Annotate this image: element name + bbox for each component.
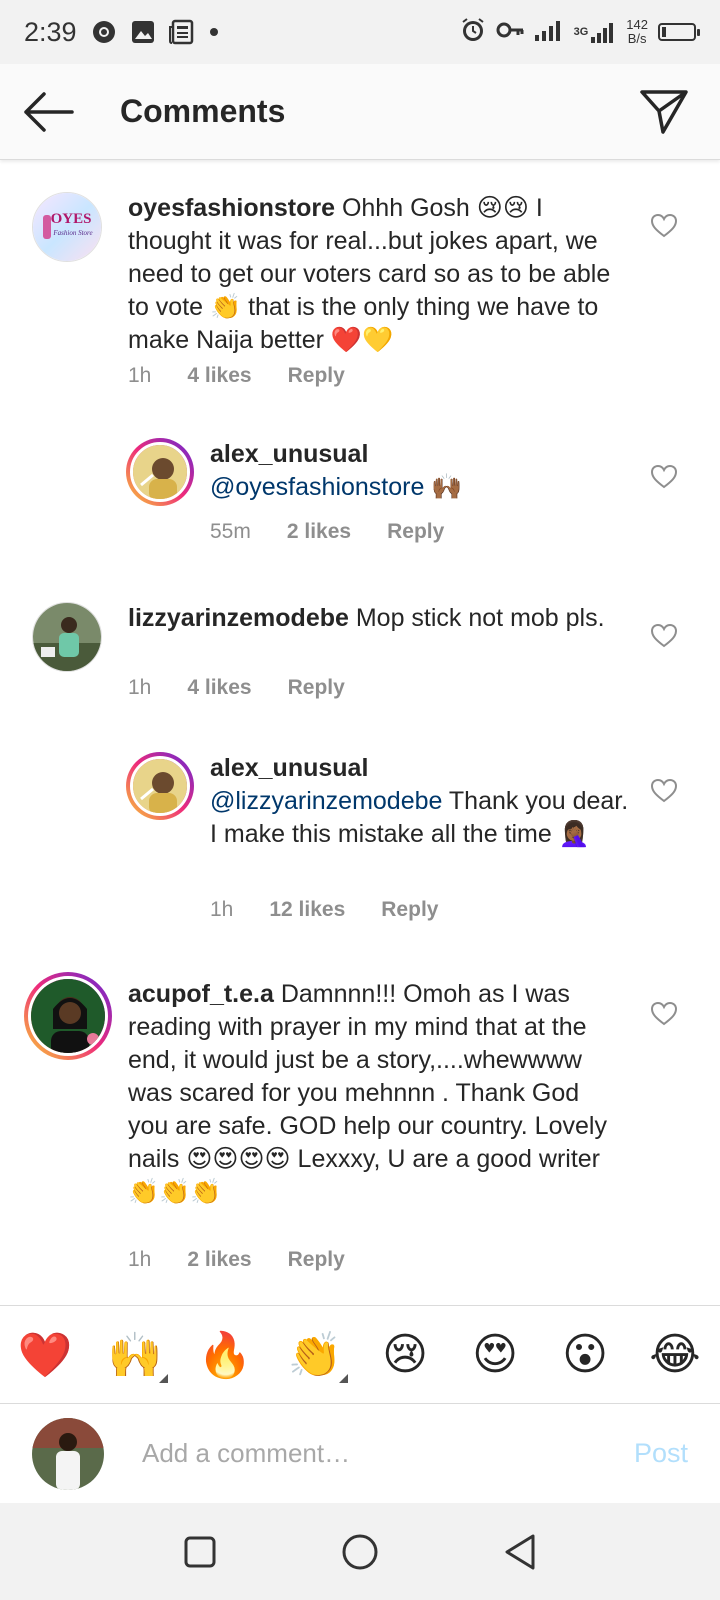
- comment-meta: 1h 4 likes Reply: [128, 676, 345, 700]
- comment-input[interactable]: [142, 1438, 602, 1469]
- status-time: 2:39: [24, 16, 77, 47]
- comment-username[interactable]: alex_unusual: [210, 440, 368, 468]
- direct-send-icon: [640, 89, 688, 134]
- emoji-heart[interactable]: ❤️: [10, 1329, 80, 1381]
- square-icon: [184, 1536, 216, 1567]
- alarm-icon: [460, 17, 486, 48]
- heart-icon[interactable]: [650, 1000, 678, 1028]
- emoji-clap[interactable]: 👏: [280, 1329, 350, 1383]
- mention-link[interactable]: @oyesfashionstore: [210, 473, 424, 501]
- likes-count[interactable]: 4 likes: [187, 676, 251, 700]
- likes-count[interactable]: 2 likes: [287, 520, 351, 544]
- net-speed: 142 B/s: [626, 18, 648, 46]
- reply-button[interactable]: Reply: [288, 676, 345, 700]
- comment-username[interactable]: acupof_t.e.a: [128, 980, 274, 1008]
- reply-button[interactable]: Reply: [288, 1248, 345, 1272]
- likes-count[interactable]: 2 likes: [187, 1248, 251, 1272]
- heart-icon[interactable]: [650, 463, 678, 491]
- comment-text: oyesfashionstore Ohhh Gosh 😢😢 I thought …: [128, 192, 628, 357]
- net-speed-unit: B/s: [627, 31, 647, 46]
- mention-link[interactable]: @lizzyarinzemodebe: [210, 787, 442, 815]
- heart-icon[interactable]: [650, 622, 678, 650]
- avatar[interactable]: [32, 602, 102, 672]
- reply-button[interactable]: Reply: [288, 364, 345, 388]
- skin-tone-indicator-icon: [339, 1373, 348, 1383]
- avatar-brand-text: OYES: [51, 211, 92, 227]
- emoji-clap-glyph: 👏: [287, 1329, 343, 1381]
- comments-list[interactable]: OYES Fashion Store oyesfashionstore Ohhh…: [0, 160, 720, 1305]
- page-title: Comments: [120, 93, 286, 129]
- comment-time: 1h: [210, 898, 234, 921]
- status-bar: 2:39 3G 142 B/s: [0, 0, 720, 64]
- reply-button[interactable]: Reply: [381, 898, 438, 922]
- signal-icon: [534, 18, 564, 47]
- comment-body: Mop stick not mob pls.: [348, 604, 605, 632]
- signal-3g-icon: 3G: [574, 20, 617, 44]
- net-speed-value: 142: [626, 17, 648, 32]
- comment-composer: Post: [0, 1403, 720, 1503]
- comment-meta: 1h 12 likes Reply: [210, 898, 438, 922]
- emoji-fire[interactable]: 🔥: [190, 1329, 260, 1381]
- circle-icon: [342, 1534, 378, 1569]
- heart-icon[interactable]: [650, 212, 678, 240]
- comments-header: Comments: [0, 64, 720, 160]
- more-notifications-dot-icon: [209, 27, 219, 37]
- arrow-left-icon: [24, 91, 74, 132]
- system-nav-bar: [0, 1503, 720, 1600]
- reply-button[interactable]: Reply: [387, 520, 444, 544]
- comment-text: acupof_t.e.a Damnnn!!! Omoh as I was rea…: [128, 978, 608, 1209]
- comment-username[interactable]: lizzyarinzemodebe: [128, 604, 349, 632]
- comment-meta: 1h 2 likes Reply: [128, 1248, 345, 1272]
- vpn-key-icon: [496, 20, 524, 45]
- likes-count[interactable]: 12 likes: [269, 898, 345, 922]
- avatar[interactable]: [126, 752, 194, 820]
- emoji-raised-hands-glyph: 🙌: [107, 1329, 163, 1381]
- avatar[interactable]: [126, 438, 194, 506]
- heart-icon[interactable]: [650, 777, 678, 805]
- comment-username[interactable]: alex_unusual: [210, 754, 368, 782]
- network-type: 3G: [573, 26, 589, 38]
- comment-time: 1h: [128, 364, 152, 387]
- comment-text: alex_unusual @lizzyarinzemodebe Thank yo…: [210, 752, 630, 851]
- triangle-back-icon: [505, 1534, 535, 1569]
- emoji-cry[interactable]: 😢: [370, 1329, 440, 1380]
- avatar[interactable]: [24, 972, 112, 1060]
- nav-back-button[interactable]: [490, 1522, 550, 1582]
- comment-body: Damnnn!!! Omoh as I was reading with pra…: [128, 980, 607, 1206]
- comment-meta: 1h 4 likes Reply: [128, 364, 345, 388]
- post-button[interactable]: Post: [634, 1438, 688, 1469]
- share-button[interactable]: [634, 82, 694, 142]
- skin-tone-indicator-icon: [159, 1373, 168, 1383]
- comment-text: lizzyarinzemodebe Mop stick not mob pls.: [128, 602, 628, 635]
- quick-emoji-bar: ❤️ 🙌 🔥 👏 😢 😍 😮 😂: [0, 1305, 720, 1403]
- likes-count[interactable]: 4 likes: [187, 364, 251, 388]
- home-button[interactable]: [330, 1522, 390, 1582]
- avatar[interactable]: OYES Fashion Store: [32, 192, 102, 262]
- comment-meta: 55m 2 likes Reply: [210, 520, 444, 544]
- comment-username[interactable]: oyesfashionstore: [128, 194, 335, 222]
- emoji-raised-hands[interactable]: 🙌: [100, 1329, 170, 1383]
- comment-body: 🙌🏾: [424, 473, 463, 501]
- comment-time: 55m: [210, 520, 251, 543]
- comment-time: 1h: [128, 1248, 152, 1271]
- avatar-brand-subtext: Fashion Store: [52, 229, 92, 237]
- battery-icon: [658, 23, 700, 41]
- emoji-laugh[interactable]: 😂: [640, 1329, 710, 1380]
- emoji-surprised[interactable]: 😮: [550, 1329, 620, 1380]
- gallery-icon: [131, 20, 155, 44]
- emoji-heart-eyes[interactable]: 😍: [460, 1329, 530, 1380]
- browser-icon: [91, 19, 117, 45]
- news-icon: [168, 19, 195, 45]
- comment-text: alex_unusual @oyesfashionstore 🙌🏾: [210, 438, 630, 504]
- back-button[interactable]: [18, 82, 78, 142]
- current-user-avatar: [32, 1417, 104, 1490]
- comment-time: 1h: [128, 676, 152, 699]
- recents-button[interactable]: [170, 1522, 230, 1582]
